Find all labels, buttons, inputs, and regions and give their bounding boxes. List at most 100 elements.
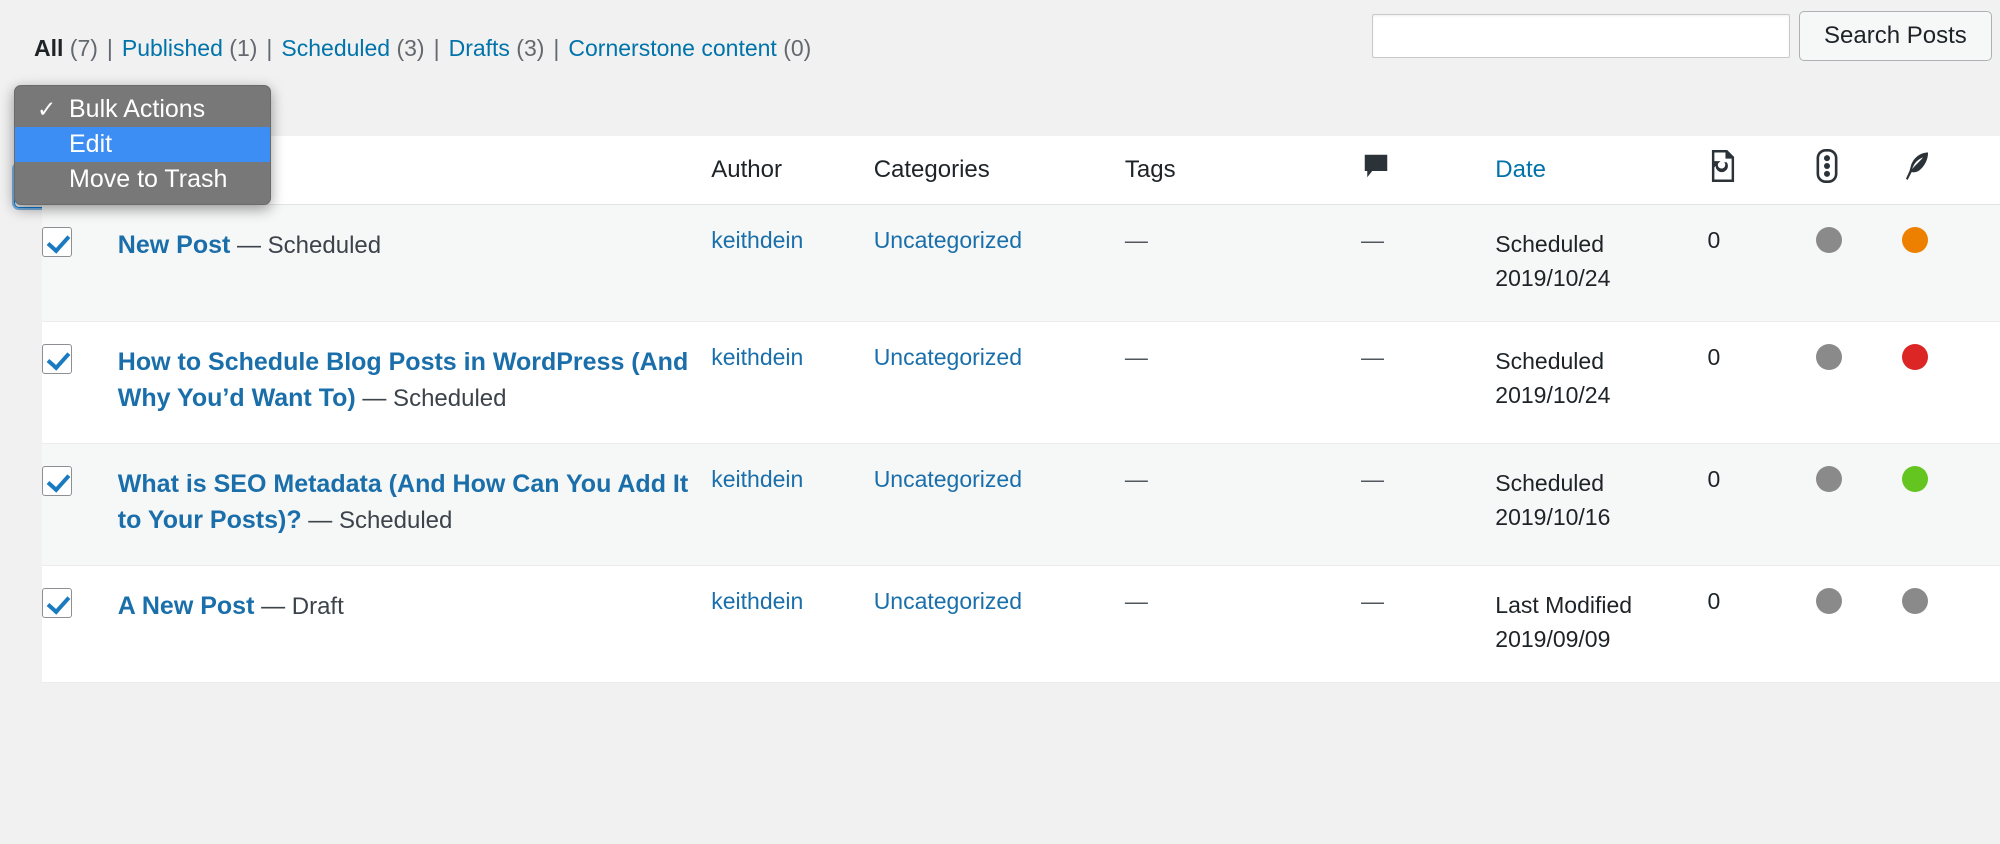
status-filter-cornerstone-content[interactable]: Cornerstone content bbox=[568, 35, 776, 61]
seo-score-traffic-light-icon bbox=[1816, 149, 1838, 190]
post-seo-score-cell bbox=[1815, 565, 1903, 683]
readability-score-dot bbox=[1902, 465, 1929, 492]
readability-score-dot bbox=[1902, 343, 1929, 370]
post-title-cell: What is SEO Metadata (And How Can You Ad… bbox=[117, 443, 712, 566]
post-comments-cell: — bbox=[1361, 443, 1496, 566]
post-tags-cell: — bbox=[1124, 443, 1361, 566]
post-status-label: — Draft bbox=[254, 592, 344, 620]
post-author-link[interactable]: keithdein bbox=[711, 227, 803, 253]
post-categories-cell: Uncategorized bbox=[873, 321, 1125, 444]
empty-dash: — bbox=[1361, 343, 1384, 370]
seo-score-column-header[interactable] bbox=[1815, 136, 1903, 205]
table-row: What is SEO Metadata (And How Can You Ad… bbox=[42, 443, 2000, 566]
post-tags-cell: — bbox=[1124, 321, 1361, 444]
table-row: A New Post — Draft keithdein Uncategorized… bbox=[42, 565, 2000, 683]
row-checkbox[interactable] bbox=[42, 226, 72, 257]
search-posts-button[interactable]: Search Posts bbox=[1799, 11, 1992, 61]
post-author-link[interactable]: keithdein bbox=[711, 344, 803, 370]
empty-dash: — bbox=[1124, 587, 1148, 614]
table-row: New Post — Scheduled keithdein Uncategoriz… bbox=[42, 204, 2000, 322]
post-readability-score-cell bbox=[1902, 443, 2000, 566]
post-cornerstone-count: 0 bbox=[1707, 565, 1816, 683]
bulk-option-edit[interactable]: Edit bbox=[15, 127, 270, 162]
post-date-line: 2019/10/16 bbox=[1495, 503, 1611, 530]
post-seo-score-cell bbox=[1815, 321, 1903, 444]
row-checkbox-cell[interactable] bbox=[42, 565, 118, 683]
status-filter-scheduled[interactable]: Scheduled bbox=[281, 35, 390, 61]
post-categories-cell: Uncategorized bbox=[873, 443, 1125, 566]
post-comments-cell: — bbox=[1361, 321, 1496, 444]
tags-column-header: Tags bbox=[1124, 136, 1361, 205]
empty-dash: — bbox=[1124, 226, 1148, 253]
post-date-line: Scheduled bbox=[1495, 469, 1604, 496]
status-filter-published[interactable]: Published bbox=[122, 35, 223, 61]
filter-separator: | bbox=[433, 35, 440, 61]
readability-score-dot bbox=[1902, 226, 1929, 253]
post-author-link[interactable]: keithdein bbox=[711, 466, 803, 492]
status-filter-count: (3) bbox=[390, 35, 425, 61]
post-title-link[interactable]: A New Post bbox=[118, 592, 255, 620]
post-date-line: Last Modified bbox=[1495, 591, 1633, 618]
row-checkbox-cell[interactable] bbox=[42, 443, 118, 566]
date-column-label[interactable]: Date bbox=[1495, 156, 1546, 183]
bulk-option-move-to-trash[interactable]: Move to Trash bbox=[15, 162, 270, 197]
post-category-link[interactable]: Uncategorized bbox=[874, 588, 1022, 614]
post-author-cell: keithdein bbox=[711, 204, 874, 322]
row-checkbox[interactable] bbox=[42, 587, 72, 618]
post-categories-cell: Uncategorized bbox=[873, 565, 1125, 683]
row-checkbox-cell[interactable] bbox=[42, 321, 118, 444]
row-checkbox-cell[interactable] bbox=[42, 204, 118, 322]
status-filter-drafts[interactable]: Drafts bbox=[449, 35, 510, 61]
post-tags-cell: — bbox=[1124, 204, 1361, 322]
bulk-option-bulk-actions[interactable]: Bulk Actions bbox=[15, 92, 270, 127]
filter-separator: | bbox=[266, 35, 273, 61]
row-checkbox[interactable] bbox=[42, 343, 72, 374]
date-column-header[interactable]: Date bbox=[1495, 136, 1708, 205]
seo-score-dot bbox=[1815, 465, 1842, 492]
post-author-cell: keithdein bbox=[711, 565, 874, 683]
empty-dash: — bbox=[1361, 465, 1384, 492]
post-title-cell: A New Post — Draft bbox=[117, 565, 712, 683]
search-input[interactable] bbox=[1372, 14, 1790, 58]
post-date-line: 2019/09/09 bbox=[1495, 625, 1611, 652]
row-checkbox[interactable] bbox=[42, 465, 72, 496]
cornerstone-column-header[interactable] bbox=[1707, 136, 1816, 205]
post-title-link[interactable]: New Post bbox=[118, 231, 231, 259]
post-tags-cell: — bbox=[1124, 565, 1361, 683]
bulk-actions-dropdown-menu[interactable]: Bulk ActionsEditMove to Trash bbox=[14, 85, 271, 205]
categories-column-header: Categories bbox=[873, 136, 1125, 205]
post-date-cell: Last Modified 2019/09/09 bbox=[1495, 565, 1708, 683]
status-filter-count: (3) bbox=[509, 35, 545, 61]
post-category-link[interactable]: Uncategorized bbox=[874, 227, 1022, 253]
post-author-cell: keithdein bbox=[711, 321, 874, 444]
author-column-header: Author bbox=[711, 136, 874, 205]
readability-column-header[interactable] bbox=[1902, 136, 2000, 205]
post-seo-score-cell bbox=[1815, 443, 1903, 566]
post-author-link[interactable]: keithdein bbox=[711, 588, 803, 614]
post-readability-score-cell bbox=[1902, 204, 2000, 322]
post-category-link[interactable]: Uncategorized bbox=[874, 466, 1022, 492]
post-readability-score-cell bbox=[1902, 565, 2000, 683]
filter-separator: | bbox=[106, 35, 113, 61]
empty-dash: — bbox=[1361, 226, 1384, 253]
post-date-line: 2019/10/24 bbox=[1495, 381, 1611, 408]
post-date-cell: Scheduled 2019/10/24 bbox=[1495, 204, 1708, 322]
post-status-label: — Scheduled bbox=[355, 384, 507, 412]
status-filter-all[interactable]: All bbox=[34, 35, 63, 61]
post-cornerstone-count: 0 bbox=[1707, 443, 1816, 566]
post-author-cell: keithdein bbox=[711, 443, 874, 566]
readability-score-dot bbox=[1902, 587, 1929, 614]
status-filter-count: (0) bbox=[776, 35, 812, 61]
post-category-link[interactable]: Uncategorized bbox=[874, 344, 1022, 370]
post-comments-cell: — bbox=[1361, 565, 1496, 683]
readability-feather-icon bbox=[1902, 150, 1932, 189]
post-date-cell: Scheduled 2019/10/24 bbox=[1495, 321, 1708, 444]
post-date-line: Scheduled bbox=[1495, 230, 1604, 257]
post-seo-score-cell bbox=[1815, 204, 1903, 322]
post-date-line: 2019/10/24 bbox=[1495, 264, 1611, 291]
comments-column-header[interactable] bbox=[1361, 136, 1496, 205]
empty-dash: — bbox=[1124, 465, 1148, 492]
post-readability-score-cell bbox=[1902, 321, 2000, 444]
post-comments-cell: — bbox=[1361, 204, 1496, 322]
post-cornerstone-count: 0 bbox=[1707, 204, 1816, 322]
